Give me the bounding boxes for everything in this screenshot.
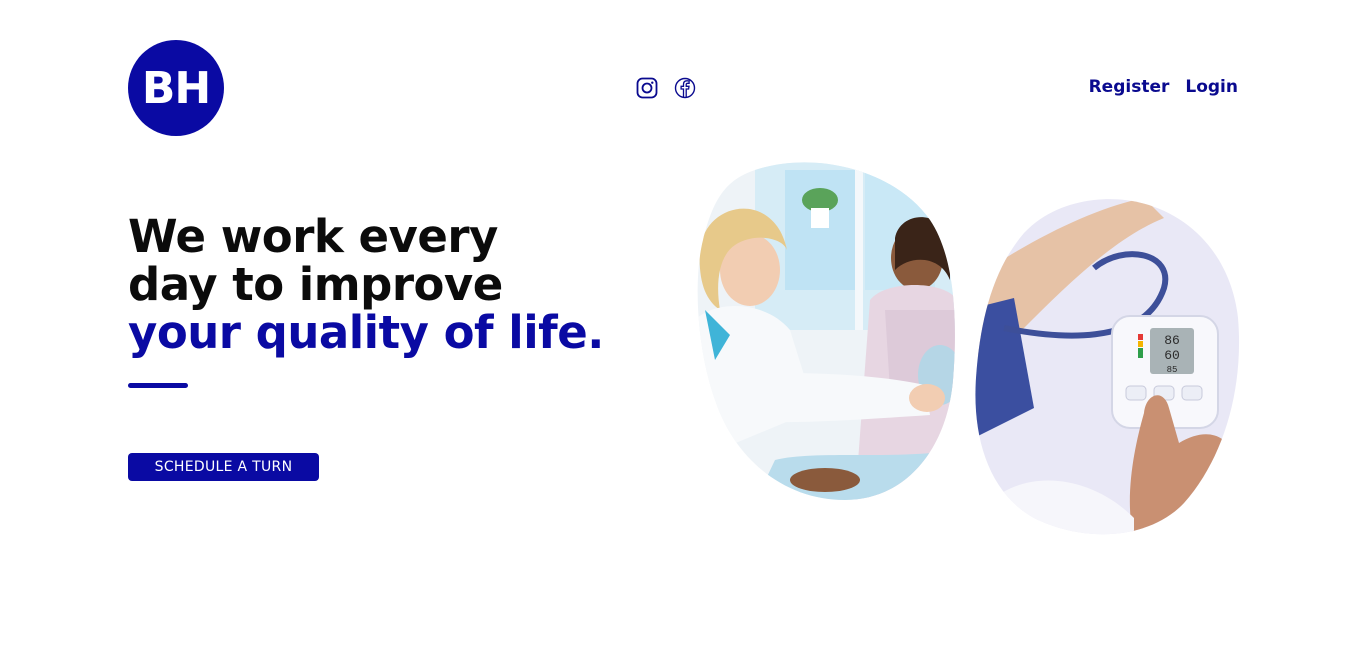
- landing-page: BH Register Login We work every day to i…: [0, 0, 1366, 654]
- schedule-turn-button[interactable]: SCHEDULE A TURN: [128, 453, 319, 481]
- instagram-icon[interactable]: [635, 76, 659, 100]
- title-underline-divider: [128, 383, 188, 388]
- social-links: [635, 76, 697, 100]
- facebook-icon[interactable]: [673, 76, 697, 100]
- blood-pressure-monitor-photo: 86 60 85: [974, 198, 1240, 540]
- hero-title: We work every day to improve your qualit…: [128, 213, 604, 357]
- brand-logo-text: BH: [141, 62, 211, 114]
- svg-text:85: 85: [1167, 365, 1178, 375]
- brand-logo[interactable]: BH: [128, 40, 224, 136]
- hero-title-accent: your quality of life.: [128, 306, 604, 359]
- login-link[interactable]: Login: [1185, 77, 1238, 97]
- hero-title-line1: We work every: [128, 210, 498, 263]
- svg-text:86: 86: [1164, 333, 1180, 348]
- doctor-patient-photo: [695, 160, 957, 502]
- auth-nav: Register Login: [1089, 77, 1238, 97]
- hero-title-line2: day to improve: [128, 258, 503, 311]
- register-link[interactable]: Register: [1089, 77, 1170, 97]
- svg-text:60: 60: [1164, 348, 1180, 363]
